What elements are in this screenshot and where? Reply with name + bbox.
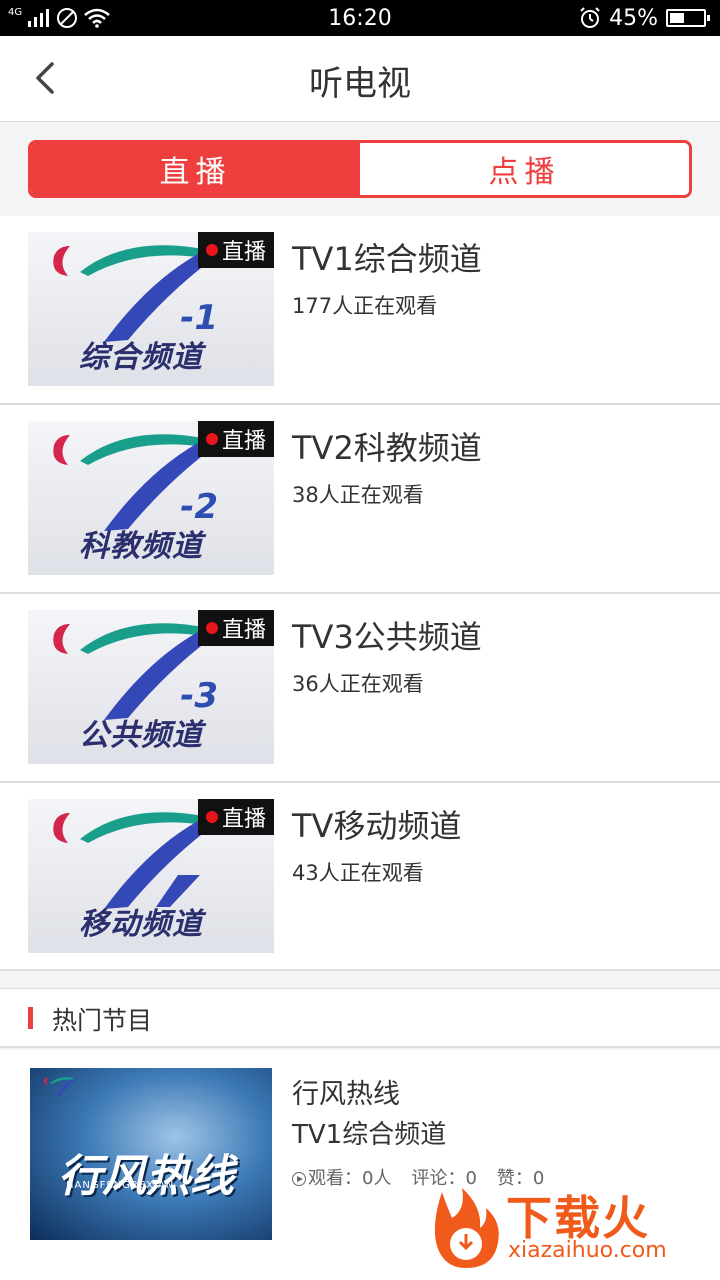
section-accent-bar [28, 1007, 33, 1029]
tab-live[interactable]: 直播 [31, 143, 360, 195]
channel-thumbnail: -1 综合频道 直播 [28, 232, 274, 386]
live-dot-icon [205, 433, 218, 445]
channel-row[interactable]: -1 综合频道 直播 TV1综合频道 177人正在观看 [0, 216, 720, 405]
viewer-count: 36人正在观看 [292, 672, 424, 696]
live-dot-icon [205, 811, 218, 823]
battery-icon [666, 9, 710, 27]
program-thumbnail: 行风热线 HANGFENGREXIAN [30, 1068, 272, 1240]
viewer-count: 43人正在观看 [292, 861, 424, 885]
channel-name: TV移动频道 [292, 807, 462, 845]
app-header: 听电视 [0, 36, 720, 122]
thumb-caption: 公共频道 [79, 718, 203, 753]
thumb-caption: 综合频道 [79, 340, 203, 375]
channel-thumbnail: -3 公共频道 直播 [28, 610, 274, 764]
status-right: 45% [579, 0, 710, 36]
channel-thumbnail: -2 科教频道 直播 [28, 421, 274, 575]
live-badge-label: 直播 [221, 807, 266, 832]
channel-name: TV1综合频道 [292, 240, 482, 278]
segmented-tabs: 直播 点播 [28, 140, 692, 198]
channel-list: -1 综合频道 直播 TV1综合频道 177人正在观看 -2 科教频道 直播 T… [0, 216, 720, 971]
tab-bar-container: 直播 点播 [0, 122, 720, 216]
channel-row[interactable]: -3 公共频道 直播 TV3公共频道 36人正在观看 [0, 594, 720, 783]
tab-vod[interactable]: 点播 [360, 143, 689, 195]
thumb-caption: 移动频道 [79, 907, 203, 942]
program-channel: TV1综合频道 [292, 1120, 447, 1150]
site-watermark: 下载火 xiazaihuo.com [422, 1182, 712, 1272]
battery-percent: 45% [609, 5, 658, 31]
flame-logo-icon [434, 1188, 499, 1268]
channel-row[interactable]: 移动频道 直播 TV移动频道 43人正在观看 [0, 783, 720, 971]
viewer-count: 177人正在观看 [292, 294, 438, 318]
channel-thumbnail: 移动频道 直播 [28, 799, 274, 953]
views-stat: 观看：0人 [292, 1164, 391, 1190]
live-badge-label: 直播 [221, 618, 266, 643]
live-badge: 直播 [198, 610, 274, 646]
viewer-count: 38人正在观看 [292, 483, 424, 507]
channel-name: TV3公共频道 [292, 618, 482, 656]
program-thumb-title: 行风热线 [58, 1151, 234, 1202]
live-badge: 直播 [198, 232, 274, 268]
tv-logo-small-icon [43, 1077, 75, 1096]
live-badge-label: 直播 [221, 240, 266, 265]
page-title: 听电视 [309, 64, 411, 104]
watermark-url: xiazaihuo.com [508, 1238, 667, 1263]
channel-name: TV2科教频道 [292, 429, 482, 467]
alarm-icon [580, 7, 600, 28]
live-badge: 直播 [198, 799, 274, 835]
play-icon [292, 1172, 306, 1186]
status-bar: 4G 16:20 45% [0, 0, 720, 36]
live-badge-label: 直播 [221, 429, 266, 454]
views-text: 观看：0人 [308, 1168, 392, 1189]
live-dot-icon [205, 244, 218, 256]
live-dot-icon [205, 622, 218, 634]
hot-section-header: 热门节目 [0, 988, 720, 1048]
live-badge: 直播 [198, 421, 274, 457]
program-thumb-subtitle: HANGFENGREXIAN [66, 1180, 175, 1191]
program-title: 行风热线 [292, 1079, 400, 1110]
channel-row[interactable]: -2 科教频道 直播 TV2科教频道 38人正在观看 [0, 405, 720, 594]
thumb-caption: 科教频道 [79, 529, 203, 564]
section-title: 热门节目 [52, 1006, 153, 1035]
